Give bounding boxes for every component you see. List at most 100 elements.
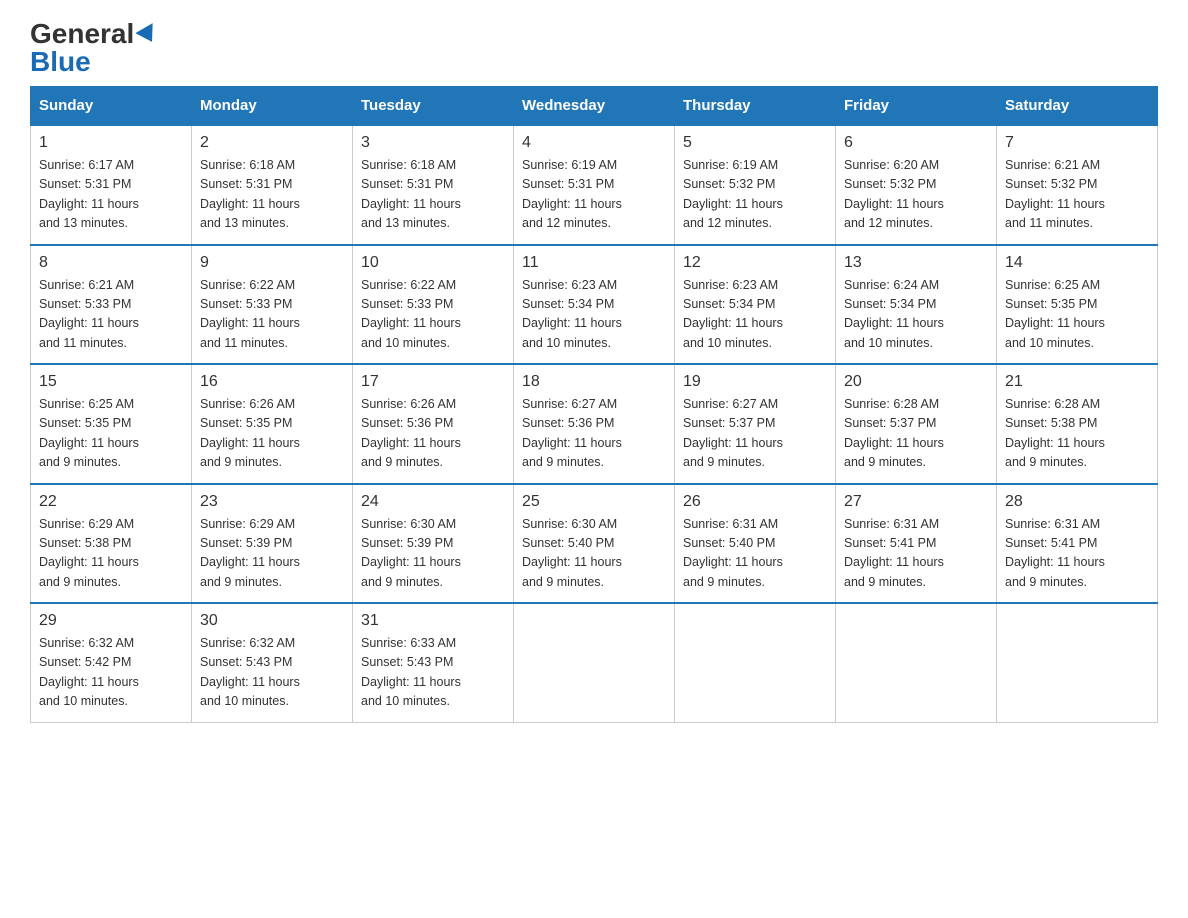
calendar-cell: 16 Sunrise: 6:26 AMSunset: 5:35 PMDayligh… [192, 364, 353, 484]
day-number: 24 [361, 493, 505, 511]
day-number: 19 [683, 373, 827, 391]
logo: General Blue [30, 20, 158, 76]
calendar-cell: 12 Sunrise: 6:23 AMSunset: 5:34 PMDayligh… [675, 245, 836, 365]
day-info: Sunrise: 6:30 AMSunset: 5:39 PMDaylight:… [361, 515, 505, 593]
day-number: 17 [361, 373, 505, 391]
calendar-cell: 15Sunrise: 6:25 AMSunset: 5:35 PMDayligh… [31, 364, 192, 484]
calendar-cell: 31 Sunrise: 6:33 AMSunset: 5:43 PMDayligh… [353, 603, 514, 722]
header-sunday: Sunday [31, 87, 192, 126]
day-info: Sunrise: 6:18 AMSunset: 5:31 PMDaylight:… [361, 156, 505, 234]
calendar-cell: 1Sunrise: 6:17 AMSunset: 5:31 PMDaylight… [31, 125, 192, 245]
day-info: Sunrise: 6:33 AMSunset: 5:43 PMDaylight:… [361, 634, 505, 712]
calendar-cell: 18 Sunrise: 6:27 AMSunset: 5:36 PMDayligh… [514, 364, 675, 484]
day-number: 5 [683, 134, 827, 152]
day-info: Sunrise: 6:32 AMSunset: 5:43 PMDaylight:… [200, 634, 344, 712]
day-number: 28 [1005, 493, 1149, 511]
day-info: Sunrise: 6:18 AMSunset: 5:31 PMDaylight:… [200, 156, 344, 234]
header-thursday: Thursday [675, 87, 836, 126]
day-info: Sunrise: 6:24 AMSunset: 5:34 PMDaylight:… [844, 276, 988, 354]
header-tuesday: Tuesday [353, 87, 514, 126]
logo-blue-text: Blue [30, 48, 91, 76]
calendar-cell [997, 603, 1158, 722]
calendar-cell: 14Sunrise: 6:25 AMSunset: 5:35 PMDayligh… [997, 245, 1158, 365]
calendar-cell: 28 Sunrise: 6:31 AMSunset: 5:41 PMDayligh… [997, 484, 1158, 604]
calendar-cell: 3 Sunrise: 6:18 AMSunset: 5:31 PMDaylight… [353, 125, 514, 245]
day-number: 23 [200, 493, 344, 511]
calendar-cell: 23 Sunrise: 6:29 AMSunset: 5:39 PMDayligh… [192, 484, 353, 604]
header-wednesday: Wednesday [514, 87, 675, 126]
calendar-cell [514, 603, 675, 722]
day-number: 16 [200, 373, 344, 391]
day-number: 30 [200, 612, 344, 630]
day-info: Sunrise: 6:27 AMSunset: 5:36 PMDaylight:… [522, 395, 666, 473]
day-number: 10 [361, 254, 505, 272]
day-number: 26 [683, 493, 827, 511]
day-number: 12 [683, 254, 827, 272]
calendar-cell: 9Sunrise: 6:22 AMSunset: 5:33 PMDaylight… [192, 245, 353, 365]
day-number: 3 [361, 134, 505, 152]
calendar-cell: 22Sunrise: 6:29 AMSunset: 5:38 PMDayligh… [31, 484, 192, 604]
day-info: Sunrise: 6:19 AMSunset: 5:31 PMDaylight:… [522, 156, 666, 234]
day-info: Sunrise: 6:31 AMSunset: 5:41 PMDaylight:… [1005, 515, 1149, 593]
calendar-cell: 17Sunrise: 6:26 AMSunset: 5:36 PMDayligh… [353, 364, 514, 484]
day-info: Sunrise: 6:31 AMSunset: 5:40 PMDaylight:… [683, 515, 827, 593]
header-monday: Monday [192, 87, 353, 126]
day-number: 20 [844, 373, 988, 391]
day-info: Sunrise: 6:23 AMSunset: 5:34 PMDaylight:… [683, 276, 827, 354]
calendar-cell: 27 Sunrise: 6:31 AMSunset: 5:41 PMDayligh… [836, 484, 997, 604]
calendar-cell [675, 603, 836, 722]
day-number: 31 [361, 612, 505, 630]
day-number: 8 [39, 254, 183, 272]
calendar-cell: 26 Sunrise: 6:31 AMSunset: 5:40 PMDayligh… [675, 484, 836, 604]
day-number: 1 [39, 134, 183, 152]
day-info: Sunrise: 6:29 AMSunset: 5:39 PMDaylight:… [200, 515, 344, 593]
day-info: Sunrise: 6:31 AMSunset: 5:41 PMDaylight:… [844, 515, 988, 593]
day-info: Sunrise: 6:22 AMSunset: 5:33 PMDaylight:… [200, 276, 344, 354]
day-info: Sunrise: 6:19 AMSunset: 5:32 PMDaylight:… [683, 156, 827, 234]
day-info: Sunrise: 6:21 AMSunset: 5:32 PMDaylight:… [1005, 156, 1149, 234]
calendar-cell: 6 Sunrise: 6:20 AMSunset: 5:32 PMDaylight… [836, 125, 997, 245]
calendar-week-row: 1Sunrise: 6:17 AMSunset: 5:31 PMDaylight… [31, 125, 1158, 245]
calendar-header-row: SundayMondayTuesdayWednesdayThursdayFrid… [31, 87, 1158, 126]
calendar-table: SundayMondayTuesdayWednesdayThursdayFrid… [30, 86, 1158, 723]
calendar-cell: 13 Sunrise: 6:24 AMSunset: 5:34 PMDayligh… [836, 245, 997, 365]
day-number: 11 [522, 254, 666, 272]
day-number: 14 [1005, 254, 1149, 272]
day-number: 27 [844, 493, 988, 511]
day-number: 29 [39, 612, 183, 630]
day-number: 25 [522, 493, 666, 511]
day-info: Sunrise: 6:28 AMSunset: 5:37 PMDaylight:… [844, 395, 988, 473]
calendar-cell: 30 Sunrise: 6:32 AMSunset: 5:43 PMDayligh… [192, 603, 353, 722]
day-info: Sunrise: 6:23 AMSunset: 5:34 PMDaylight:… [522, 276, 666, 354]
calendar-cell: 21 Sunrise: 6:28 AMSunset: 5:38 PMDayligh… [997, 364, 1158, 484]
day-info: Sunrise: 6:26 AMSunset: 5:35 PMDaylight:… [200, 395, 344, 473]
day-number: 2 [200, 134, 344, 152]
calendar-cell [836, 603, 997, 722]
calendar-cell: 25Sunrise: 6:30 AMSunset: 5:40 PMDayligh… [514, 484, 675, 604]
day-number: 6 [844, 134, 988, 152]
day-info: Sunrise: 6:28 AMSunset: 5:38 PMDaylight:… [1005, 395, 1149, 473]
calendar-cell: 4 Sunrise: 6:19 AMSunset: 5:31 PMDaylight… [514, 125, 675, 245]
page-header: General Blue [30, 20, 1158, 76]
day-info: Sunrise: 6:29 AMSunset: 5:38 PMDaylight:… [39, 515, 183, 593]
calendar-week-row: 29 Sunrise: 6:32 AMSunset: 5:42 PMDayligh… [31, 603, 1158, 722]
calendar-cell: 29 Sunrise: 6:32 AMSunset: 5:42 PMDayligh… [31, 603, 192, 722]
calendar-cell: 8Sunrise: 6:21 AMSunset: 5:33 PMDaylight… [31, 245, 192, 365]
day-number: 18 [522, 373, 666, 391]
calendar-cell: 5 Sunrise: 6:19 AMSunset: 5:32 PMDaylight… [675, 125, 836, 245]
calendar-cell: 2 Sunrise: 6:18 AMSunset: 5:31 PMDaylight… [192, 125, 353, 245]
calendar-week-row: 15Sunrise: 6:25 AMSunset: 5:35 PMDayligh… [31, 364, 1158, 484]
calendar-cell: 24 Sunrise: 6:30 AMSunset: 5:39 PMDayligh… [353, 484, 514, 604]
logo-general-text: General [30, 20, 158, 48]
day-number: 4 [522, 134, 666, 152]
calendar-cell: 11 Sunrise: 6:23 AMSunset: 5:34 PMDayligh… [514, 245, 675, 365]
day-info: Sunrise: 6:32 AMSunset: 5:42 PMDaylight:… [39, 634, 183, 712]
calendar-cell: 20 Sunrise: 6:28 AMSunset: 5:37 PMDayligh… [836, 364, 997, 484]
day-info: Sunrise: 6:20 AMSunset: 5:32 PMDaylight:… [844, 156, 988, 234]
calendar-week-row: 22Sunrise: 6:29 AMSunset: 5:38 PMDayligh… [31, 484, 1158, 604]
day-number: 21 [1005, 373, 1149, 391]
day-number: 13 [844, 254, 988, 272]
calendar-week-row: 8Sunrise: 6:21 AMSunset: 5:33 PMDaylight… [31, 245, 1158, 365]
day-info: Sunrise: 6:27 AMSunset: 5:37 PMDaylight:… [683, 395, 827, 473]
header-saturday: Saturday [997, 87, 1158, 126]
